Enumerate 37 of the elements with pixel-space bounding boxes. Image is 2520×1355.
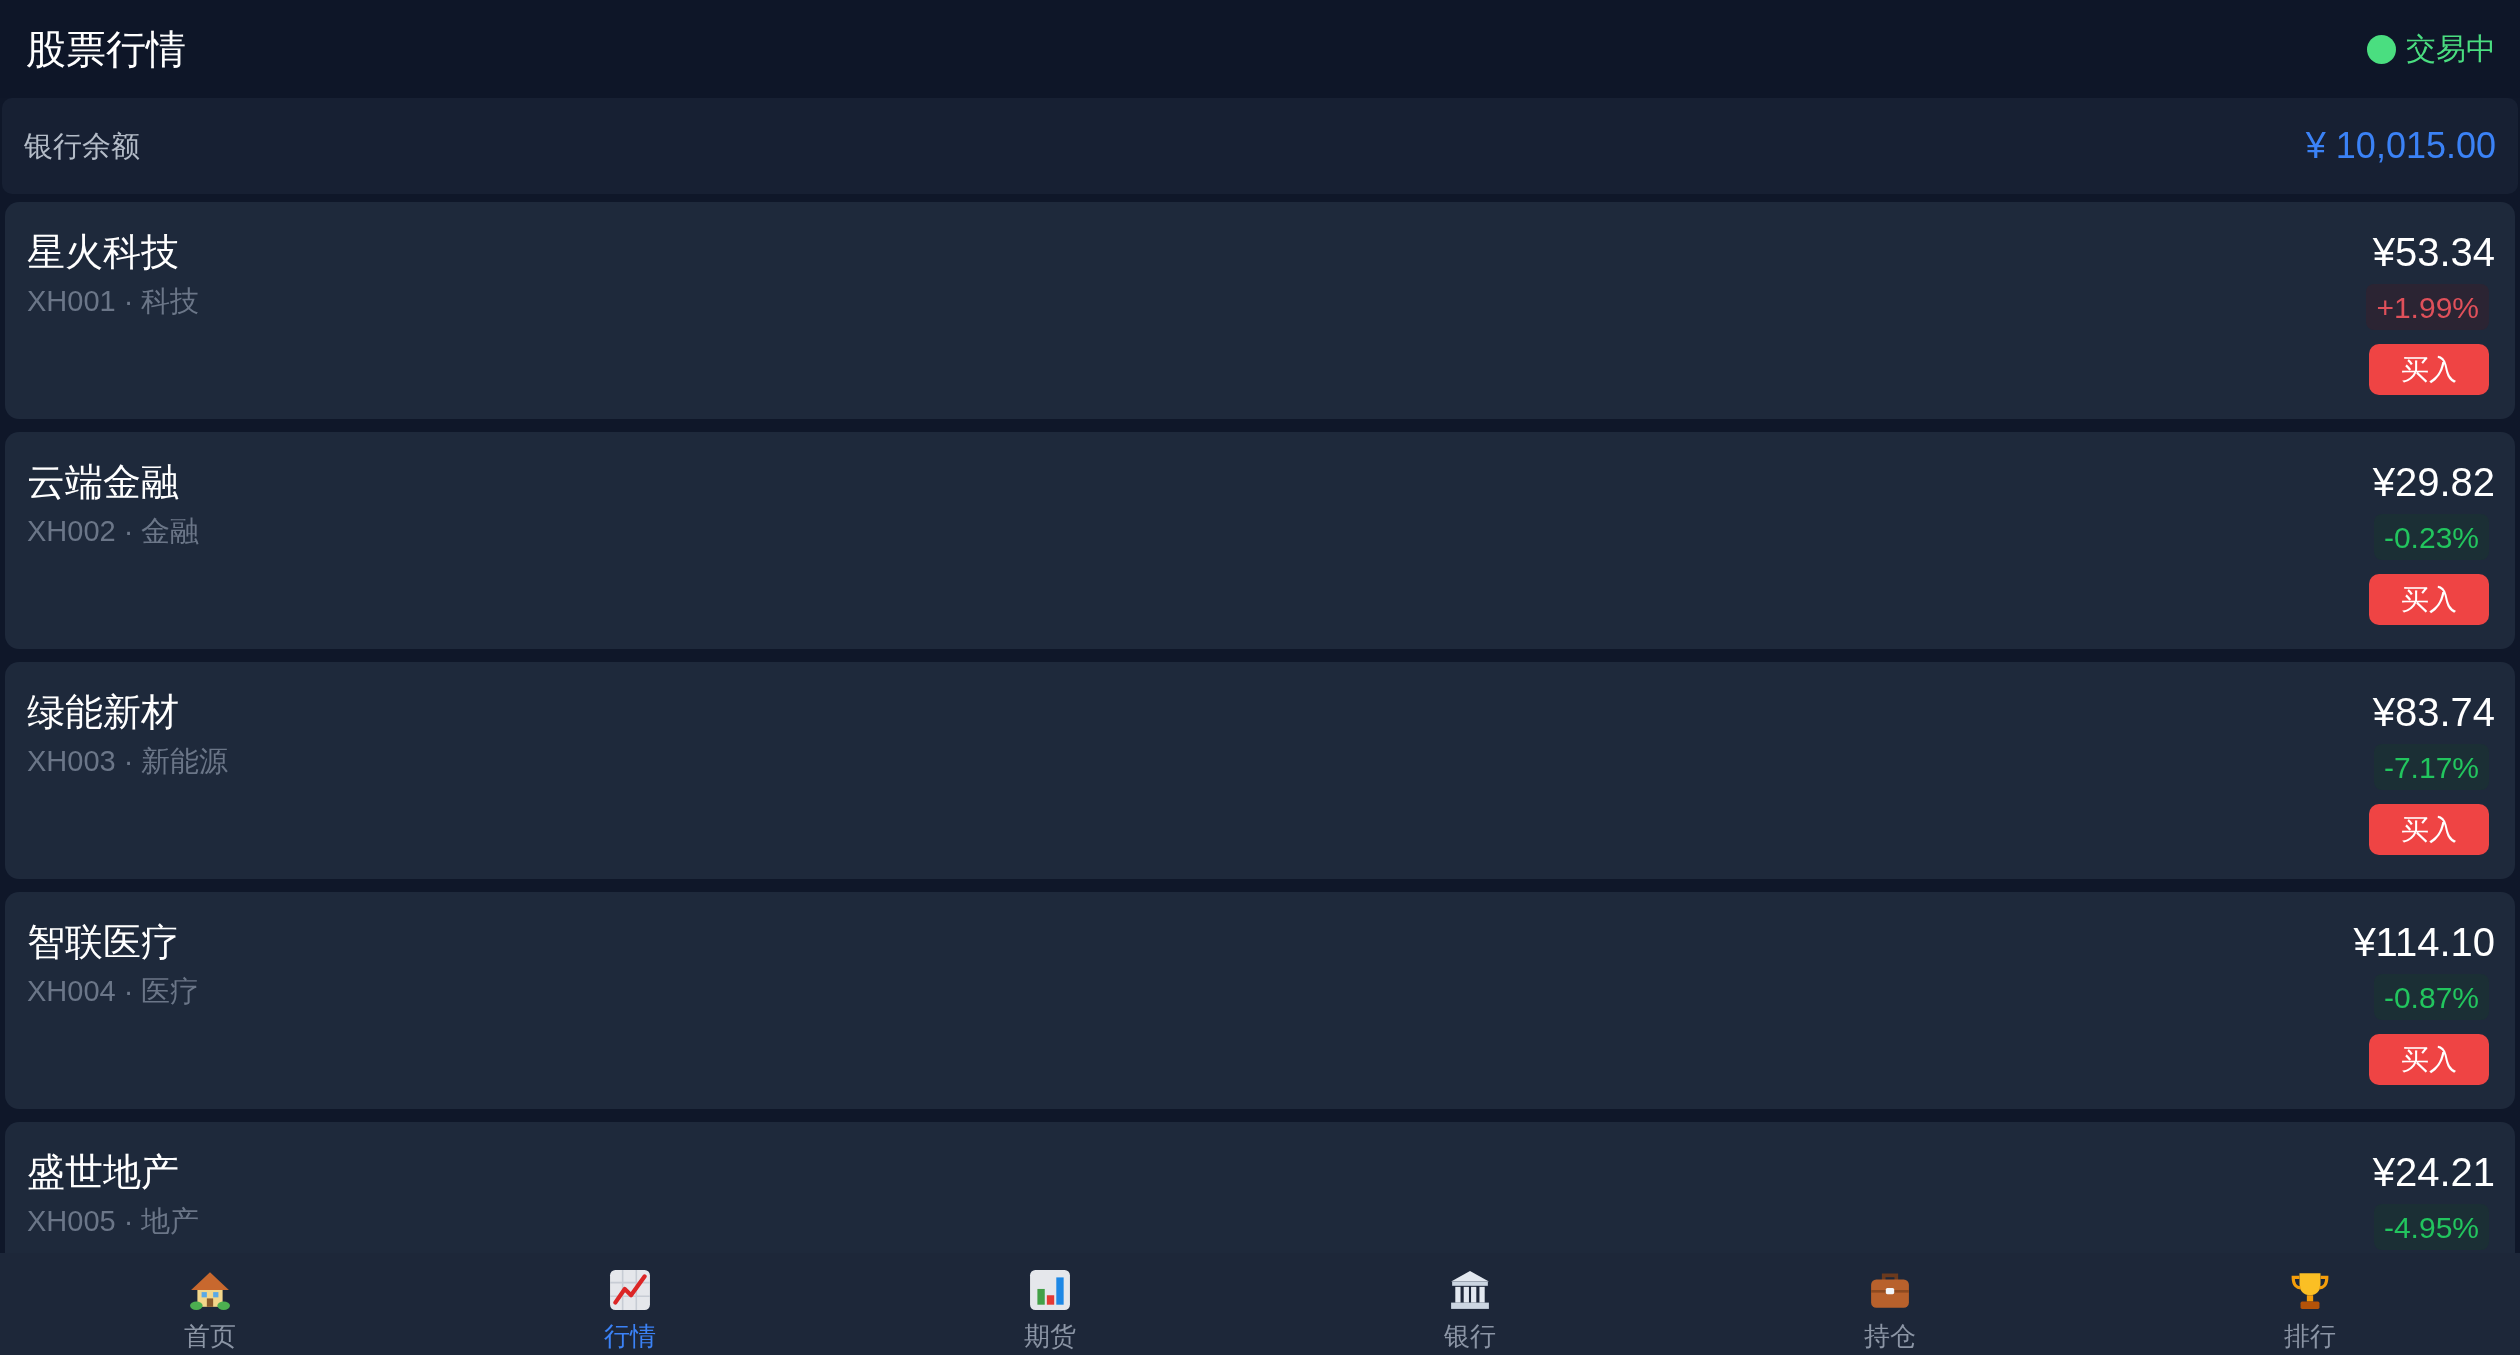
stock-code: XH005 · 地产 <box>27 1204 200 1238</box>
nav-tab[interactable]: 行情 <box>420 1253 840 1355</box>
price-change: -7.17% <box>2373 744 2489 790</box>
stock-code: XH003 · 新能源 <box>27 744 229 778</box>
stock-name: 云端金融 <box>27 460 180 504</box>
nav-tab[interactable]: 期货 <box>840 1253 1260 1355</box>
trading-status: 交易中 <box>2406 34 2496 64</box>
stock-price: ¥24.21 <box>2372 1150 2495 1194</box>
price-change: +1.99% <box>2366 284 2489 330</box>
balance-label: 银行余额 <box>24 131 140 161</box>
stock-name: 绿能新材 <box>27 690 180 734</box>
stock-code: XH002 · 金融 <box>27 514 200 548</box>
bar-chart-icon <box>1029 1269 1071 1311</box>
price-change: -0.23% <box>2373 514 2489 560</box>
line-chart-icon <box>609 1269 651 1311</box>
stock-price: ¥83.74 <box>2372 690 2495 734</box>
stock-price: ¥53.34 <box>2372 230 2495 274</box>
stock-price: ¥29.82 <box>2372 460 2495 504</box>
buy-button[interactable]: 买入 <box>2369 804 2489 855</box>
bank-building-icon <box>1449 1269 1491 1311</box>
stock-name: 星火科技 <box>27 230 180 274</box>
balance-amount: ¥ 10,015.00 <box>2305 128 2496 164</box>
stock-price: ¥114.10 <box>2353 920 2495 964</box>
buy-button[interactable]: 买入 <box>2369 574 2489 625</box>
page-title: 股票行情 <box>26 29 186 69</box>
price-change: -0.87% <box>2373 974 2489 1020</box>
stock-code: XH004 · 医疗 <box>27 974 200 1008</box>
nav-tab[interactable]: 持仓 <box>1680 1253 2100 1355</box>
nav-tab[interactable]: 银行 <box>1260 1253 1680 1355</box>
price-change: -4.95% <box>2373 1204 2489 1250</box>
stock-name: 智联医疗 <box>27 920 180 964</box>
stock-name: 盛世地产 <box>27 1150 180 1194</box>
stock-code: XH001 · 科技 <box>27 284 200 318</box>
nav-tab[interactable]: 首页 <box>0 1253 420 1355</box>
buy-button[interactable]: 买入 <box>2369 344 2489 395</box>
buy-button[interactable]: 买入 <box>2369 1034 2489 1085</box>
nav-tab[interactable]: 排行 <box>2100 1253 2520 1355</box>
